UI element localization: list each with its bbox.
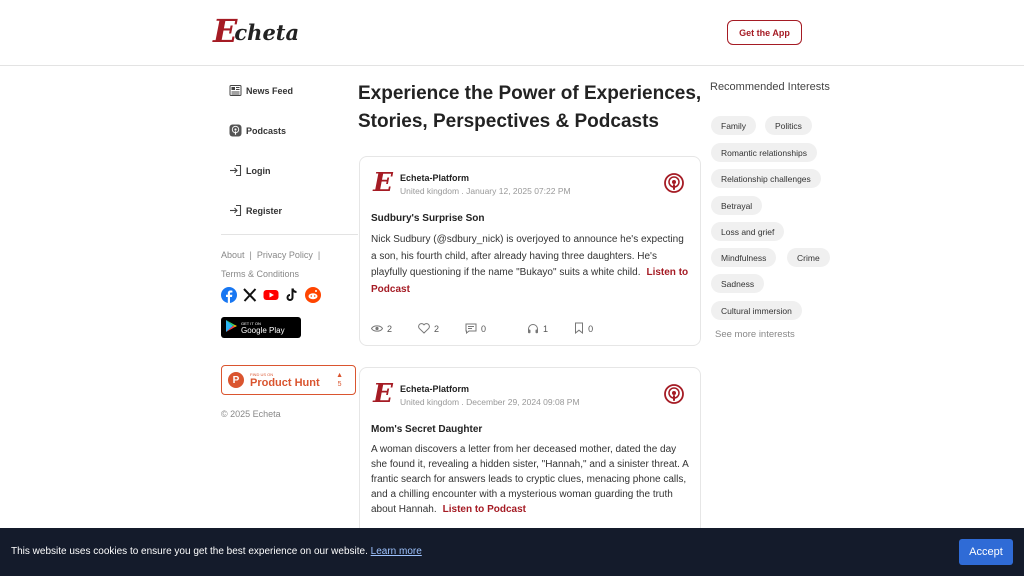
podcast-icon[interactable] xyxy=(664,384,684,404)
footer-links: About | Privacy Policy | Terms & Conditions xyxy=(221,246,341,284)
likes-count: 2 xyxy=(434,324,440,334)
eye-icon xyxy=(370,324,384,335)
interest-chip[interactable]: Relationship challenges xyxy=(711,169,821,188)
recommended-interests-title: Recommended Interests xyxy=(710,81,830,93)
facebook-icon[interactable] xyxy=(221,287,237,303)
login-icon xyxy=(229,164,242,177)
newspaper-icon xyxy=(229,84,242,97)
register-icon xyxy=(229,204,242,217)
terms-link[interactable]: Terms & Conditions xyxy=(221,269,299,279)
echeta-logo[interactable]: E cheta xyxy=(213,14,299,48)
sidebar-item-label: News Feed xyxy=(246,85,294,96)
interest-chip[interactable]: Sadness xyxy=(711,274,765,293)
saves-count: 0 xyxy=(588,324,594,334)
google-play-text: Google Play xyxy=(241,325,285,335)
link-separator: | xyxy=(317,250,321,260)
interest-chip[interactable]: Mindfulness xyxy=(711,248,777,267)
bookmark-icon xyxy=(574,322,584,336)
interest-chip[interactable]: Politics xyxy=(765,116,812,135)
views-stat: 2 xyxy=(370,322,393,336)
interest-chip[interactable]: Romantic relationships xyxy=(711,143,817,162)
sidebar-item-label: Podcasts xyxy=(246,125,287,136)
sidebar-item-register[interactable]: Register xyxy=(229,204,282,217)
cookie-text: This website uses cookies to ensure you … xyxy=(11,546,368,557)
post-title[interactable]: Sudbury's Surprise Son xyxy=(371,213,485,224)
interest-chip[interactable]: Cultural immersion xyxy=(711,301,802,320)
listens-stat: 1 xyxy=(527,322,548,336)
product-hunt-badge[interactable]: P FIND US ON Product Hunt ▲ 5 xyxy=(221,365,356,395)
podcast-icon[interactable] xyxy=(664,173,684,193)
learn-more-link[interactable]: Learn more xyxy=(371,546,422,557)
comment-icon xyxy=(465,323,477,336)
post-card[interactable]: E Echeta-Platform United kingdom . Decem… xyxy=(359,367,701,537)
comments-stat[interactable]: 0 xyxy=(465,322,486,336)
interest-chip[interactable]: Crime xyxy=(787,248,830,267)
post-meta: United kingdom . January 12, 2025 07:22 … xyxy=(400,186,571,196)
logo-text: cheta xyxy=(234,20,300,45)
post-author[interactable]: Echeta-Platform xyxy=(400,384,469,394)
post-author[interactable]: Echeta-Platform xyxy=(400,173,469,183)
accept-cookies-button[interactable]: Accept xyxy=(959,539,1013,565)
headphones-icon xyxy=(527,323,539,336)
google-play-badge[interactable]: GET IT ON Google Play xyxy=(221,317,301,338)
upvote-arrow-icon: ▲ xyxy=(336,372,343,379)
post-meta: United kingdom . December 29, 2024 09:08… xyxy=(400,397,580,407)
link-separator: | xyxy=(249,250,252,260)
cookie-banner: This website uses cookies to ensure you … xyxy=(0,528,1024,576)
product-hunt-icon: P xyxy=(228,372,244,388)
listen-to-podcast-link[interactable]: Listen to Podcast xyxy=(443,504,526,515)
get-app-button[interactable]: Get the App xyxy=(727,20,802,45)
reddit-icon[interactable] xyxy=(305,287,321,303)
vote-count: 5 xyxy=(337,381,342,388)
post-card[interactable]: E Echeta-Platform United kingdom . Janua… xyxy=(359,156,701,346)
comments-count: 0 xyxy=(481,324,487,334)
post-body-text: Nick Sudbury (@sdbury_nick) is overjoyed… xyxy=(371,234,684,278)
product-hunt-text: Product Hunt xyxy=(250,376,320,389)
post-title[interactable]: Mom's Secret Daughter xyxy=(371,424,482,435)
youtube-icon[interactable] xyxy=(263,287,279,303)
post-body: Nick Sudbury (@sdbury_nick) is overjoyed… xyxy=(371,232,691,298)
podcast-icon xyxy=(229,124,242,137)
interest-chip[interactable]: Family xyxy=(711,116,757,135)
product-hunt-votes: ▲ 5 xyxy=(336,371,343,389)
sidebar-item-news-feed[interactable]: News Feed xyxy=(229,84,293,97)
interest-chip[interactable]: Loss and grief xyxy=(711,222,785,241)
sidebar-item-login[interactable]: Login xyxy=(229,164,271,177)
sidebar-item-label: Login xyxy=(246,165,271,176)
heart-icon xyxy=(418,322,430,336)
likes-stat[interactable]: 2 xyxy=(418,322,439,336)
tiktok-icon[interactable] xyxy=(284,287,300,303)
save-stat[interactable]: 0 xyxy=(574,322,593,336)
copyright: © 2025 Echeta xyxy=(221,409,281,419)
sidebar-item-podcasts[interactable]: Podcasts xyxy=(229,124,286,137)
interest-chip[interactable]: Betrayal xyxy=(711,196,763,215)
see-more-interests-link[interactable]: See more interests xyxy=(715,329,795,340)
about-link[interactable]: About xyxy=(221,250,245,260)
author-avatar[interactable]: E xyxy=(371,379,395,409)
cookie-message: This website uses cookies to ensure you … xyxy=(11,546,422,557)
post-body-text: A woman discovers a letter from her dece… xyxy=(371,444,689,515)
top-header: E cheta Get the App xyxy=(0,0,1024,66)
sidebar-divider xyxy=(221,234,358,235)
post-stats: 2 2 0 1 0 xyxy=(370,322,619,336)
page-headline: Experience the Power of Experiences, Sto… xyxy=(358,83,702,132)
views-count: 2 xyxy=(387,324,393,334)
x-icon[interactable] xyxy=(242,287,258,303)
social-links xyxy=(221,287,321,303)
author-avatar[interactable]: E xyxy=(371,168,395,198)
google-play-icon xyxy=(226,319,237,337)
listens-count: 1 xyxy=(543,324,549,334)
post-body: A woman discovers a letter from her dece… xyxy=(371,442,691,517)
privacy-link[interactable]: Privacy Policy xyxy=(257,250,313,260)
sidebar-item-label: Register xyxy=(246,205,283,216)
